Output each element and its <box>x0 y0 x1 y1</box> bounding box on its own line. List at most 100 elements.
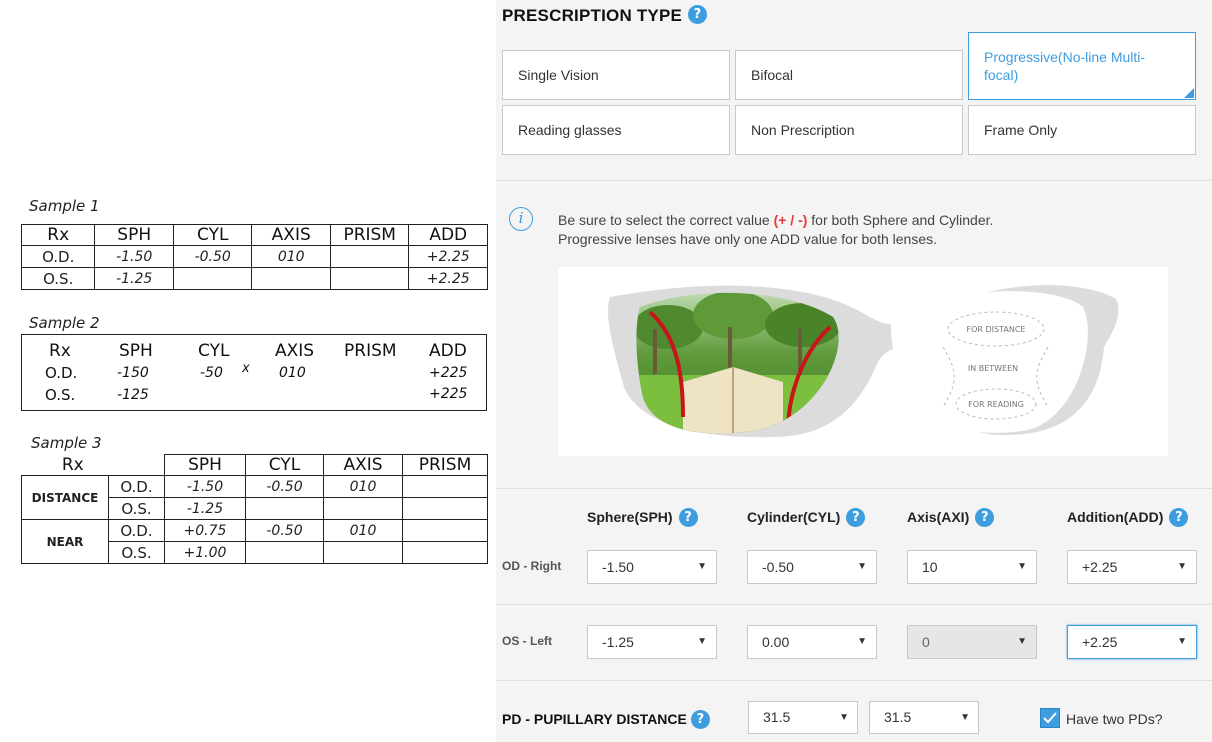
pd-label: PD - PUPILLARY DISTANCE <box>502 711 687 728</box>
chevron-down-icon: ▼ <box>1017 636 1027 647</box>
prism-cell <box>329 267 410 290</box>
axis-cell: 010 <box>251 245 331 268</box>
select-value: +2.25 <box>1082 559 1118 575</box>
sph-cell: +0.75 <box>164 519 246 542</box>
axis-cell <box>323 541 403 564</box>
info-line-1: Be sure to select the correct value (+ /… <box>558 212 993 228</box>
sph-cell: -1.25 <box>164 497 246 520</box>
help-icon[interactable]: ? <box>846 508 866 527</box>
chevron-down-icon: ▼ <box>697 561 707 572</box>
help-icon[interactable]: ? <box>975 508 995 527</box>
header-sph: SPH <box>164 454 246 476</box>
os-left-label: OS - Left <box>502 634 552 648</box>
pd-left-select[interactable]: 31.5 ▼ <box>748 701 858 734</box>
os-cyl-select[interactable]: 0.00 ▼ <box>747 625 877 659</box>
sph-cell: -1.50 <box>94 245 174 268</box>
checkmark-icon <box>1043 712 1057 724</box>
sample-1-title: Sample 1 <box>29 197 100 215</box>
add-value: +225 <box>429 365 468 381</box>
cyl-cell: -0.50 <box>172 245 253 268</box>
sph-value: -150 <box>117 365 149 381</box>
os-add-select[interactable]: +2.25 ▼ <box>1067 625 1197 659</box>
axis-cell: 010 <box>323 519 403 542</box>
help-icon[interactable]: ? <box>678 508 698 527</box>
header-add: ADD <box>408 224 488 246</box>
prism-cell <box>402 475 488 498</box>
divider <box>496 180 1212 181</box>
cyl-cell: -0.50 <box>245 519 324 542</box>
row-label: O.D. <box>108 475 165 498</box>
option-non-prescription[interactable]: Non Prescription <box>735 105 963 155</box>
row-label: O.S. <box>45 386 76 404</box>
info-text: Be sure to select the correct value <box>558 212 774 228</box>
prescription-panel: PRESCRIPTION TYPE? Single Vision Bifocal… <box>496 0 1212 742</box>
cyl-value: -50 <box>200 365 223 381</box>
cyl-cell <box>172 267 253 290</box>
header-prism: PRISM <box>402 454 488 476</box>
help-icon[interactable]: ? <box>690 710 710 729</box>
x-mark: x <box>242 361 250 376</box>
sph-cell: -1.25 <box>94 267 174 290</box>
axis-cell <box>323 497 403 520</box>
od-sph-select[interactable]: -1.50 ▼ <box>587 550 717 584</box>
row-label: O.D. <box>20 245 96 268</box>
sph-cell: -1.50 <box>164 475 246 498</box>
progressive-lens-diagram: FOR DISTANCE IN BETWEEN FOR READING <box>558 267 1168 456</box>
chevron-down-icon: ▼ <box>1177 636 1187 647</box>
chevron-down-icon: ▼ <box>857 561 867 572</box>
sample-2-table: Rx SPH CYL AXIS PRISM ADD O.D. -150 -50 … <box>21 334 487 411</box>
od-add-select[interactable]: +2.25 ▼ <box>1067 550 1197 584</box>
sample-3-table: Rx SPH CYL AXIS PRISM DISTANCE O.D. -1.5… <box>21 454 488 564</box>
option-single-vision[interactable]: Single Vision <box>502 50 730 100</box>
add-cell: +2.25 <box>408 245 488 268</box>
two-pds-label[interactable]: Have two PDs? <box>1066 711 1162 727</box>
option-reading-glasses[interactable]: Reading glasses <box>502 105 730 155</box>
add-cell: +2.25 <box>408 267 488 290</box>
sample-3-title: Sample 3 <box>31 434 102 452</box>
option-progressive[interactable]: Progressive(No-line Multi-focal) <box>968 32 1196 100</box>
table-row: O.D. -1.50 -0.50 010 +2.25 <box>20 245 488 268</box>
select-value: 0 <box>922 634 930 650</box>
row-label: O.D. <box>45 364 78 382</box>
os-sph-select[interactable]: -1.25 ▼ <box>587 625 717 659</box>
header-axis: AXIS <box>251 224 331 246</box>
select-value: 10 <box>922 559 938 575</box>
option-frame-only[interactable]: Frame Only <box>968 105 1196 155</box>
two-pds-checkbox[interactable] <box>1040 708 1060 728</box>
header-sph: SPH <box>94 224 174 246</box>
group-near: NEAR <box>21 519 109 564</box>
info-text: for both Sphere and Cylinder. <box>807 212 994 228</box>
od-right-label: OD - Right <box>502 559 562 573</box>
prism-cell <box>402 497 488 520</box>
table-row: NEAR O.D. +0.75 -0.50 010 <box>21 519 488 564</box>
chevron-down-icon: ▼ <box>839 712 849 723</box>
axis-cell: 010 <box>323 475 403 498</box>
header-prism: PRISM <box>344 341 397 361</box>
row-label: O.S. <box>20 267 96 290</box>
row-label: O.S. <box>108 541 165 564</box>
sample-2-title: Sample 2 <box>29 314 100 332</box>
divider <box>496 680 1212 681</box>
group-distance: DISTANCE <box>21 475 109 520</box>
cyl-cell <box>245 497 324 520</box>
header-rx: Rx <box>49 341 71 361</box>
zone-distance-label: FOR DISTANCE <box>967 325 1026 334</box>
select-value: -0.50 <box>762 559 794 575</box>
row-label: O.D. <box>108 519 165 542</box>
header-sph: SPH <box>119 341 153 361</box>
help-icon[interactable]: ? <box>1169 508 1189 527</box>
sph-cell: +1.00 <box>164 541 246 564</box>
axis-value: 010 <box>279 365 306 381</box>
axis-cell <box>251 267 331 290</box>
prism-cell <box>329 245 410 268</box>
od-cyl-select[interactable]: -0.50 ▼ <box>747 550 877 584</box>
pd-right-select[interactable]: 31.5 ▼ <box>869 701 979 734</box>
prescription-type-heading: PRESCRIPTION TYPE? <box>502 5 708 26</box>
od-axis-select[interactable]: 10 ▼ <box>907 550 1037 584</box>
add-column-header: Addition(ADD)? <box>1067 508 1189 528</box>
select-value: -1.25 <box>602 634 634 650</box>
option-bifocal[interactable]: Bifocal <box>735 50 963 100</box>
axis-label: Axis(AXI) <box>907 509 970 526</box>
help-icon[interactable]: ? <box>688 5 708 25</box>
chevron-down-icon: ▼ <box>1177 561 1187 572</box>
